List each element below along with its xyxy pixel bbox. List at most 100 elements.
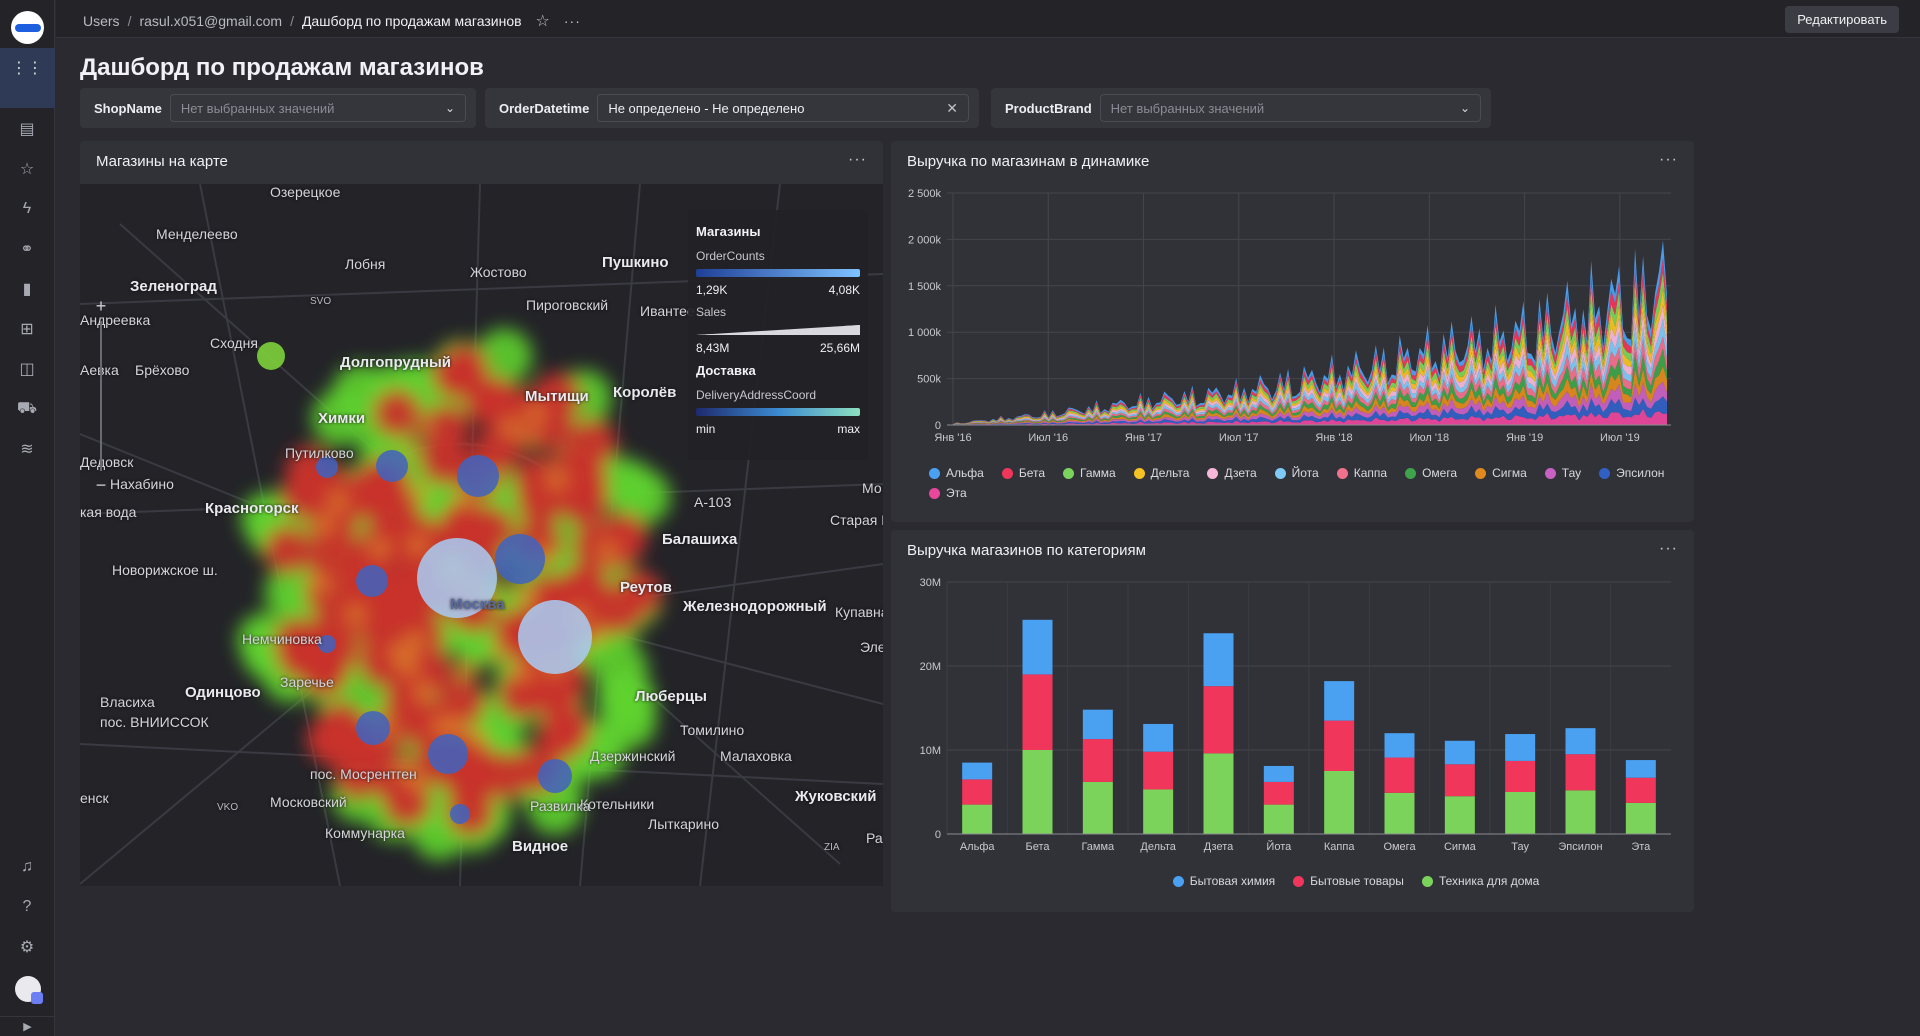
- widget-title: Магазины на карте: [96, 153, 228, 170]
- filter-productbrand: ProductBrand Нет выбранных значений ⌄: [991, 88, 1491, 128]
- gear-icon[interactable]: ⚙: [16, 936, 38, 958]
- legend-item[interactable]: Бета: [1001, 466, 1045, 480]
- legend-item[interactable]: Сигма: [1475, 466, 1527, 480]
- x-tick-label: Эпсилон: [1558, 841, 1602, 853]
- map-place-label: Сходня: [210, 335, 258, 351]
- notifications-bell-icon[interactable]: ♫: [16, 856, 38, 878]
- lightning-icon[interactable]: ϟ: [16, 198, 38, 220]
- more-options-icon[interactable]: ···: [564, 13, 581, 29]
- favorite-star-icon[interactable]: ☆: [536, 11, 550, 31]
- widget-menu-icon[interactable]: ···: [848, 151, 867, 169]
- legend-item[interactable]: Бытовая химия: [1172, 874, 1275, 888]
- legend-label: Эта: [946, 486, 967, 500]
- legend-item[interactable]: Гамма: [1063, 466, 1116, 480]
- legend-label: Техника для дома: [1438, 874, 1540, 888]
- clear-icon[interactable]: ✕: [946, 100, 958, 117]
- productbrand-select[interactable]: Нет выбранных значений ⌄: [1099, 94, 1481, 122]
- dashboards-icon[interactable]: ⊞: [16, 318, 38, 340]
- map-place-label: Малаховка: [720, 748, 792, 764]
- map-place-label: Пушкино: [602, 254, 669, 271]
- legend-item[interactable]: Йота: [1274, 466, 1319, 480]
- bar-segment-Техника для дома: [1505, 792, 1536, 834]
- x-tick-label: Дельта: [1140, 841, 1176, 853]
- filter-shopname: ShopName Нет выбранных значений ⌄: [80, 88, 476, 128]
- map-place-label: Мо: [862, 480, 882, 496]
- bar-segment-Бытовые товары: [1625, 777, 1656, 803]
- legend-min: min: [696, 422, 716, 436]
- area-chart-widget: Выручка по магазинам в динамике ··· 0 500…: [891, 141, 1694, 522]
- collections-icon[interactable]: ▤: [16, 118, 38, 140]
- bar-chart-legend: Бытовая химия Бытовые товары Техника для д…: [1096, 874, 1616, 888]
- bar-segment-Бытовые товары: [1263, 781, 1294, 805]
- bar-segment-Бытовая химия: [1143, 723, 1174, 752]
- legend-item[interactable]: Дельта: [1133, 466, 1189, 480]
- legend-item[interactable]: Дзета: [1207, 466, 1257, 480]
- legend-label: Йота: [1291, 466, 1319, 480]
- map-place-label: Новорижское ш.: [112, 562, 218, 578]
- legend-item[interactable]: Эта: [929, 486, 967, 500]
- help-icon[interactable]: ?: [16, 896, 38, 918]
- breadcrumb: Users / rasul.x051@gmail.com / Дашборд п…: [83, 11, 581, 31]
- map-place-label: A-103: [694, 494, 732, 510]
- legend-item[interactable]: Каппа: [1336, 466, 1387, 480]
- settings-sliders-icon[interactable]: ≋: [16, 438, 38, 460]
- legend-item[interactable]: Эпсилон: [1599, 466, 1664, 480]
- breadcrumb-item-users[interactable]: Users: [83, 13, 120, 29]
- charts-icon[interactable]: ▮: [16, 278, 38, 300]
- legend-label: Тау: [1561, 466, 1582, 480]
- legend-item[interactable]: Бытовые товары: [1293, 874, 1404, 888]
- legend-item[interactable]: Техника для дома: [1421, 874, 1540, 888]
- map-place-label: Пирогов­ский: [526, 297, 609, 313]
- map-place-label: Развилка: [530, 798, 591, 814]
- legend-dot-icon: [1405, 467, 1417, 479]
- map-place-label: Видное: [512, 838, 569, 855]
- map-canvas[interactable]: Озерецкое Менделеево Лобня Жостово Пушкино Зе…: [80, 184, 883, 886]
- legend-item[interactable]: Тау: [1544, 466, 1582, 480]
- breadcrumb-item-user-folder[interactable]: rasul.x051@gmail.com: [139, 13, 282, 29]
- apps-grid-icon[interactable]: ⋮⋮: [11, 57, 43, 79]
- y-tick-label: 2 000k: [908, 234, 942, 246]
- legend-dot-icon: [1475, 467, 1487, 479]
- map-place-label: Власиха: [100, 694, 155, 710]
- marketplace-cart-icon[interactable]: ⛟: [16, 398, 38, 420]
- bar-segment-Бытовая химия: [1384, 733, 1415, 758]
- y-tick-label: 20M: [920, 661, 941, 673]
- area-chart-svg: 0 500k 1 000k 1 500k 2 000k 2 500k Янв '16 Июл …: [908, 188, 1671, 444]
- legend-item[interactable]: Альфа: [929, 466, 984, 480]
- bar-segment-Бытовые товары: [1022, 674, 1053, 750]
- chevron-down-icon: ⌄: [444, 101, 455, 115]
- bar-segment-Техника для дома: [1203, 753, 1234, 834]
- map-place-label: Королёв: [613, 384, 677, 401]
- legend-dot-icon: [1001, 467, 1013, 479]
- y-tick-label: 1 000k: [908, 327, 942, 339]
- x-tick-label: Дзета: [1204, 841, 1234, 853]
- user-avatar[interactable]: [15, 976, 43, 1004]
- heat-hot: [546, 469, 567, 490]
- datasets-icon[interactable]: ◫: [16, 358, 38, 380]
- x-tick-label: Гамма: [1081, 841, 1115, 853]
- orderdatetime-range-picker[interactable]: Не определено - Не определено ✕: [597, 94, 969, 122]
- zoom-slider[interactable]: [100, 321, 102, 471]
- map-place-label: Брёхово: [135, 362, 190, 378]
- legend-dot-icon: [1599, 467, 1611, 479]
- filter-label: ShopName: [94, 100, 162, 116]
- map-place-label: Лыткарино: [648, 816, 720, 832]
- shop-bubble: [518, 600, 592, 674]
- datalens-logo-icon[interactable]: [11, 11, 44, 44]
- zoom-in-icon[interactable]: +: [94, 296, 108, 317]
- map-place-label: Нахабино: [110, 476, 174, 492]
- legend-item[interactable]: Омега: [1405, 466, 1457, 480]
- select-value: Не определено - Не определено: [608, 100, 805, 116]
- shopname-select[interactable]: Нет выбранных значений ⌄: [169, 94, 466, 122]
- legend-max: 25,66M: [819, 341, 860, 355]
- edit-button[interactable]: Редактировать: [1785, 6, 1899, 33]
- map-place-label: Коммунарка: [325, 825, 405, 841]
- favorites-star-icon[interactable]: ☆: [16, 158, 38, 180]
- expand-rail-icon[interactable]: ▶: [0, 1016, 55, 1036]
- connections-icon[interactable]: ⚭: [16, 238, 38, 260]
- heat-hot: [407, 534, 428, 555]
- map-place-label: Москва: [450, 596, 505, 613]
- zoom-out-icon[interactable]: −: [94, 475, 108, 496]
- x-tick-label: Альфа: [960, 841, 996, 853]
- legend-title-shops: Магазины: [696, 224, 761, 239]
